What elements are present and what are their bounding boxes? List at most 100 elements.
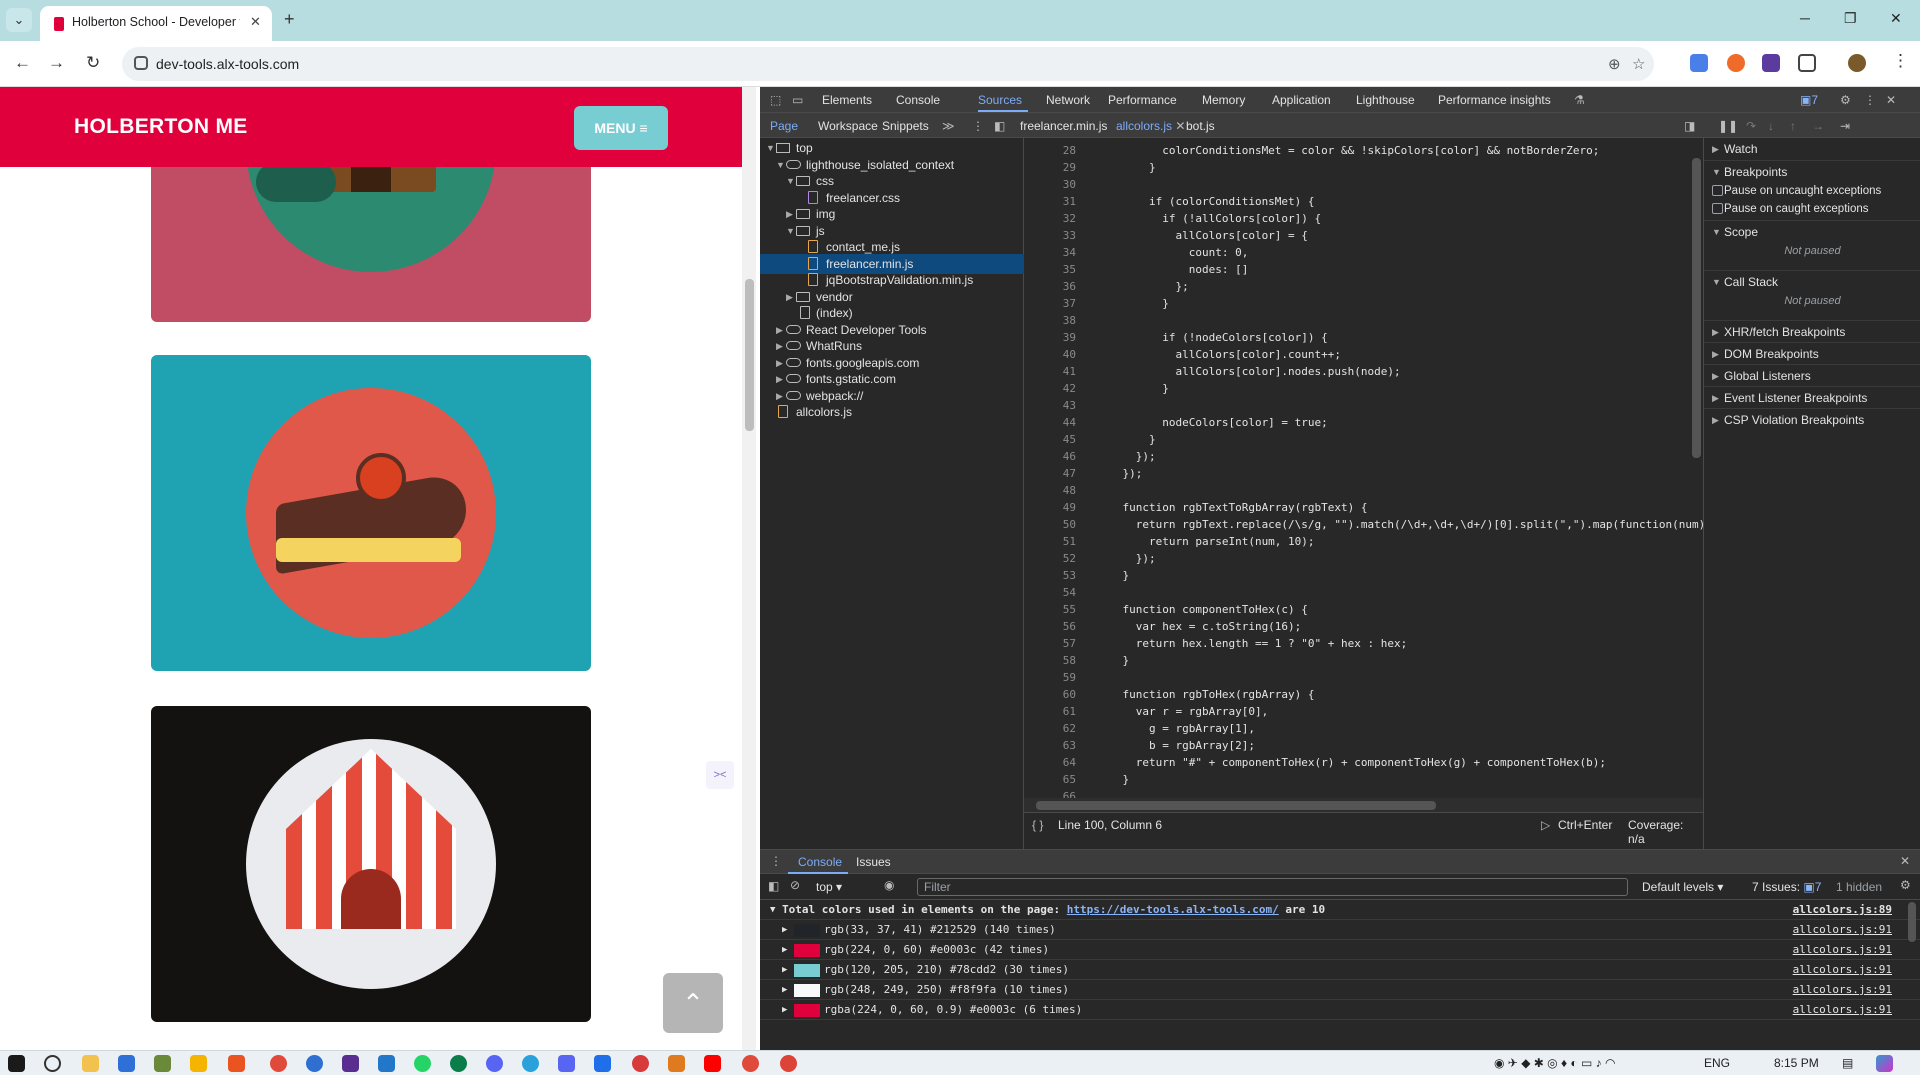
line-number[interactable]: 28	[1036, 142, 1076, 159]
code-line[interactable]: if (!nodeColors[color]) {	[1096, 329, 1328, 346]
browser-menu-icon[interactable]: ⋮	[1892, 51, 1909, 71]
drawer-menu-icon[interactable]: ⋮	[770, 854, 782, 868]
nav-tab-page[interactable]: Page	[770, 119, 798, 133]
alx-extension-icon[interactable]	[1762, 54, 1780, 72]
code-line[interactable]: function rgbTextToRgbArray(rgbText) {	[1096, 499, 1367, 516]
expand-caret-icon[interactable]: ▶	[782, 920, 787, 940]
event-listener-breakpoints-section[interactable]: ▶ Event Listener Breakpoints	[1704, 386, 1920, 408]
code-line[interactable]: allColors[color].nodes.push(node);	[1096, 363, 1400, 380]
toggle-debugger-icon[interactable]: ◨	[1684, 119, 1695, 133]
code-line[interactable]: }	[1096, 431, 1156, 448]
line-number[interactable]: 54	[1036, 584, 1076, 601]
line-number[interactable]: 33	[1036, 227, 1076, 244]
context-selector[interactable]: top ▾	[816, 880, 842, 894]
bookmark-star-icon[interactable]: ☆	[1632, 55, 1645, 73]
line-number[interactable]: 64	[1036, 754, 1076, 771]
back-icon[interactable]: ←	[14, 53, 31, 73]
expand-caret-icon[interactable]: ▶	[782, 980, 787, 1000]
line-number[interactable]: 41	[1036, 363, 1076, 380]
console-color-row[interactable]: ▶ rgb(120, 205, 210) #78cdd2 (30 times) al…	[760, 960, 1920, 980]
tab-console[interactable]: Console	[896, 93, 940, 107]
line-number[interactable]: 45	[1036, 431, 1076, 448]
breakpoints-section[interactable]: ▼ Breakpoints	[1704, 160, 1920, 182]
call-stack-section[interactable]: ▼ Call Stack	[1704, 270, 1920, 292]
line-number[interactable]: 55	[1036, 601, 1076, 618]
notes-icon[interactable]	[190, 1055, 207, 1072]
portfolio-card-circus[interactable]	[151, 706, 591, 1022]
extensions-puzzle-icon[interactable]	[1798, 54, 1816, 72]
summary-link[interactable]: https://dev-tools.alx-tools.com/	[1067, 903, 1279, 916]
code-line[interactable]: function componentToHex(c) {	[1096, 601, 1307, 618]
code-line[interactable]: allColors[color] = {	[1096, 227, 1307, 244]
source-link[interactable]: allcolors.js:91	[1793, 960, 1892, 980]
menu-button[interactable]: MENU ≡	[574, 106, 668, 150]
editor-vertical-scrollbar[interactable]	[1692, 158, 1701, 458]
restore-icon[interactable]: ❐	[1844, 10, 1857, 27]
editor-tab-freelancer[interactable]: freelancer.min.js	[1020, 119, 1107, 133]
line-number[interactable]: 51	[1036, 533, 1076, 550]
code-line[interactable]: if (colorConditionsMet) {	[1096, 193, 1315, 210]
code-line[interactable]: }	[1096, 652, 1129, 669]
reload-icon[interactable]: ↻	[86, 53, 100, 73]
step-into-icon[interactable]: ↓	[1768, 119, 1774, 133]
tab-sources[interactable]: Sources	[978, 93, 1022, 107]
line-number[interactable]: 48	[1036, 482, 1076, 499]
step-over-icon[interactable]: ↷	[1746, 119, 1756, 133]
code-line[interactable]: b = rgbArray[2];	[1096, 737, 1255, 754]
watch-section[interactable]: ▶ Watch	[1704, 138, 1920, 160]
whatruns-widget-icon[interactable]: ><	[706, 761, 734, 789]
line-number[interactable]: 36	[1036, 278, 1076, 295]
line-number[interactable]: 65	[1036, 771, 1076, 788]
code-line[interactable]: });	[1096, 448, 1156, 465]
site-brand[interactable]: HOLBERTON ME	[74, 115, 248, 139]
code-line[interactable]: return parseInt(num, 10);	[1096, 533, 1315, 550]
outlook-icon[interactable]	[594, 1055, 611, 1072]
profile-avatar[interactable]	[1848, 54, 1866, 72]
line-number[interactable]: 52	[1036, 550, 1076, 567]
tab-lighthouse[interactable]: Lighthouse	[1356, 93, 1415, 107]
tab-performance[interactable]: Performance	[1108, 93, 1177, 107]
editor-tab-allcolors[interactable]: allcolors.js ✕	[1116, 119, 1185, 133]
expand-caret-icon[interactable]: ▶	[782, 940, 787, 960]
expand-caret-icon[interactable]: ▶	[782, 1000, 787, 1020]
github-icon[interactable]	[342, 1055, 359, 1072]
line-number[interactable]: 35	[1036, 261, 1076, 278]
line-number[interactable]: 62	[1036, 720, 1076, 737]
console-color-row[interactable]: ▶ rgb(224, 0, 60) #e0003c (42 times) allco…	[760, 940, 1920, 960]
line-number[interactable]: 39	[1036, 329, 1076, 346]
code-line[interactable]: g = rgbArray[1],	[1096, 720, 1255, 737]
sublime-icon[interactable]	[668, 1055, 685, 1072]
console-color-row[interactable]: ▶ rgb(248, 249, 250) #f8f9fa (10 times) al…	[760, 980, 1920, 1000]
line-number[interactable]: 37	[1036, 295, 1076, 312]
pretty-print-icon[interactable]: { }	[1032, 818, 1043, 832]
code-line[interactable]: colorConditionsMet = color && !skipColor…	[1096, 142, 1599, 159]
nav-tab-snippets[interactable]: Snippets	[882, 119, 929, 133]
issues-button[interactable]: 7 Issues: ▣7	[1752, 880, 1821, 894]
page-scrollbar[interactable]	[742, 87, 756, 1050]
line-number[interactable]: 43	[1036, 397, 1076, 414]
tab-search-button[interactable]: ⌄	[6, 8, 32, 32]
forward-icon[interactable]: →	[48, 53, 65, 73]
file-explorer-icon[interactable]	[82, 1055, 99, 1072]
line-number[interactable]: 56	[1036, 618, 1076, 635]
source-link[interactable]: allcolors.js:91	[1793, 1000, 1892, 1020]
close-devtools-icon[interactable]: ✕	[1886, 93, 1896, 107]
line-number[interactable]: 32	[1036, 210, 1076, 227]
toggle-navigator-icon[interactable]: ◧	[994, 119, 1005, 133]
code-line[interactable]: allColors[color].count++;	[1096, 346, 1341, 363]
source-link[interactable]: allcolors.js:91	[1793, 920, 1892, 940]
line-number[interactable]: 38	[1036, 312, 1076, 329]
zoom-icon[interactable]: ⊕	[1608, 55, 1621, 73]
run-snippet-icon[interactable]: ▷	[1541, 818, 1550, 832]
live-expression-eye-icon[interactable]: ◉	[884, 878, 894, 892]
scope-section[interactable]: ▼ Scope	[1704, 220, 1920, 242]
chrome-profile-icon[interactable]	[742, 1055, 759, 1072]
code-line[interactable]: var r = rgbArray[0],	[1096, 703, 1268, 720]
settings-gear-icon[interactable]: ⚙	[1840, 93, 1851, 107]
line-number[interactable]: 31	[1036, 193, 1076, 210]
console-color-row[interactable]: ▶ rgb(33, 37, 41) #212529 (140 times) allc…	[760, 920, 1920, 940]
code-line[interactable]: }	[1096, 771, 1129, 788]
language-indicator[interactable]: ENG	[1704, 1056, 1730, 1070]
store-icon[interactable]	[118, 1055, 135, 1072]
issues-counter[interactable]: ▣7	[1800, 93, 1818, 107]
